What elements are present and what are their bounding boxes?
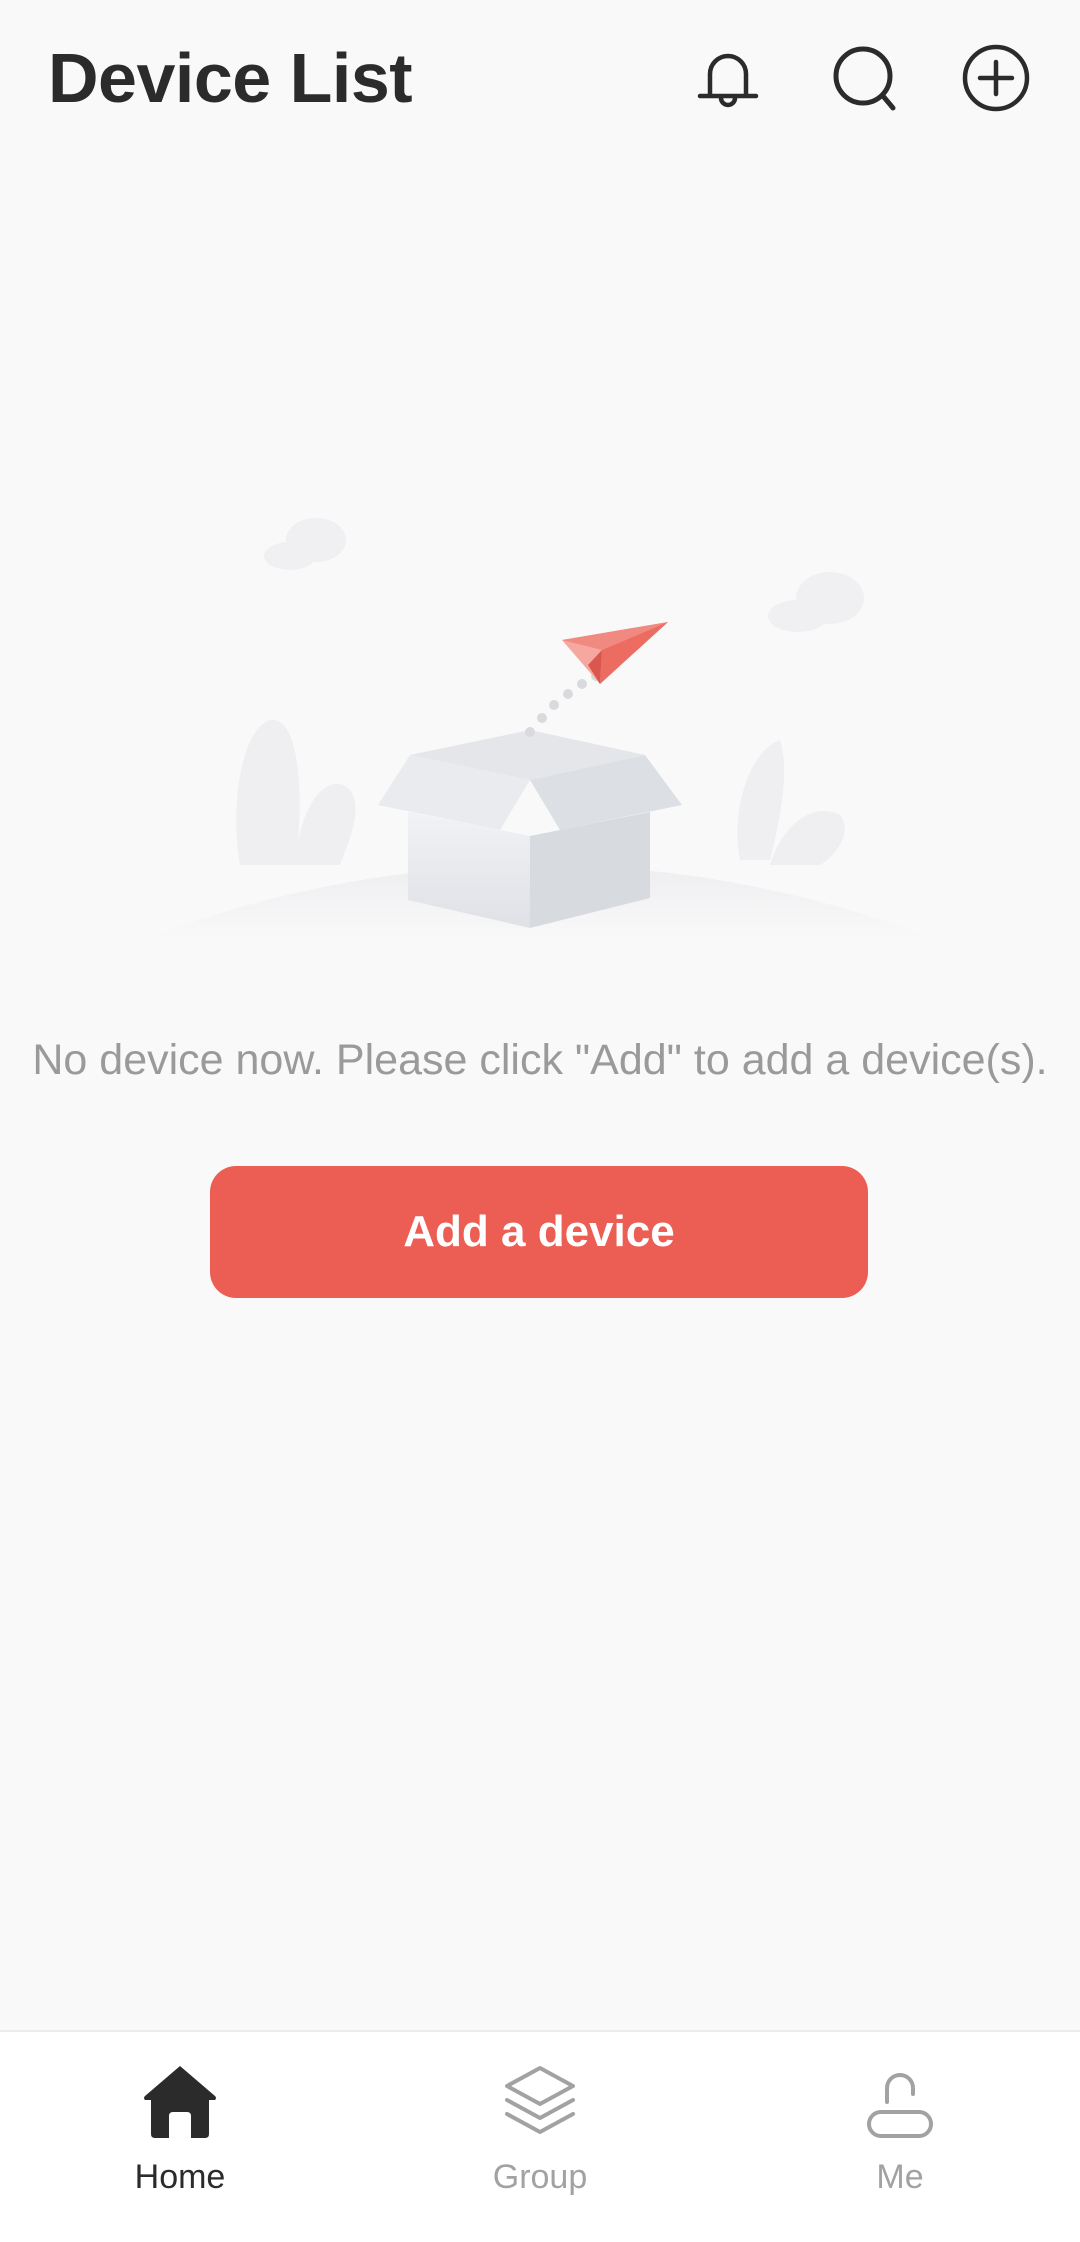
tab-me[interactable]: Me [720, 2032, 1080, 2242]
empty-box-illustration [130, 500, 950, 960]
tab-label: Group [492, 2158, 588, 2196]
layers-icon [497, 2058, 583, 2144]
add-device-button[interactable]: Add a device [210, 1166, 868, 1298]
page-title: Device List [48, 39, 413, 117]
plus-circle-icon[interactable] [956, 38, 1036, 118]
search-icon[interactable] [826, 38, 906, 118]
tab-group[interactable]: Group [360, 2032, 720, 2242]
empty-box-icon [140, 518, 940, 940]
bottom-tab-bar: Home Group Me [0, 2030, 1080, 2242]
header: Device List [0, 0, 1080, 160]
empty-state-message: No device now. Please click "Add" to add… [32, 1036, 1048, 1084]
home-icon [137, 2058, 223, 2144]
bell-icon[interactable] [688, 38, 768, 118]
tab-label: Me [876, 2158, 924, 2196]
tab-home[interactable]: Home [0, 2032, 360, 2242]
device-list-screen: Device List No device now. Please click … [0, 0, 1080, 2242]
person-icon [857, 2058, 943, 2144]
tab-label: Home [134, 2158, 226, 2196]
